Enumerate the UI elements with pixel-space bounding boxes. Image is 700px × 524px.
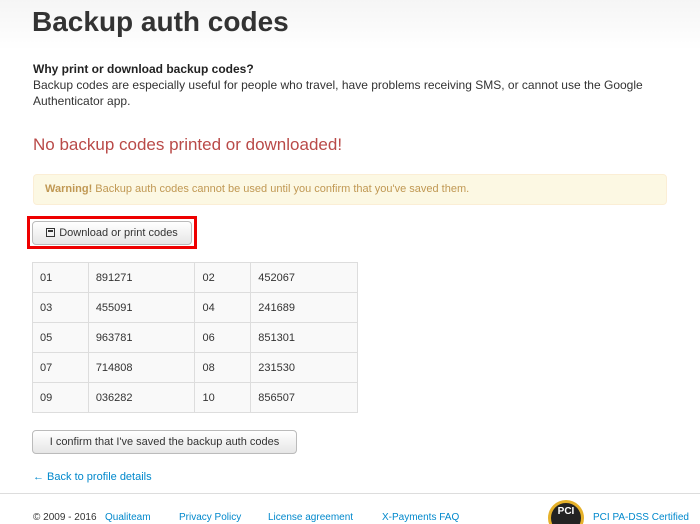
code-number: 04: [194, 292, 252, 323]
header: Backup auth codes: [0, 0, 700, 50]
footer-copyright: © 2009 - 2016: [33, 512, 97, 523]
footer-link-qualiteam[interactable]: Qualiteam: [105, 512, 151, 523]
code-value: 241689: [250, 292, 358, 323]
warning-alert: Warning! Backup auth codes cannot be use…: [33, 174, 667, 205]
back-to-profile-link[interactable]: ← Back to profile details: [33, 471, 152, 483]
table-row: 09 036282 10 856507: [32, 382, 358, 413]
why-text: Backup codes are especially useful for p…: [33, 78, 643, 108]
code-number: 05: [32, 322, 89, 353]
code-value: 856507: [250, 382, 358, 413]
codes-table: 01 891271 02 452067 03 455091 04 241689 …: [32, 262, 358, 413]
page-title: Backup auth codes: [32, 6, 289, 37]
code-value: 455091: [87, 292, 196, 323]
save-icon: [46, 228, 56, 237]
code-value: 036282: [87, 382, 196, 413]
error-title: No backup codes printed or downloaded!: [33, 135, 343, 154]
footer-link-pci-certified[interactable]: PCI PA-DSS Certified: [593, 512, 689, 523]
code-number: 03: [32, 292, 89, 323]
table-row: 01 891271 02 452067: [32, 262, 358, 293]
footer-link-privacy-policy[interactable]: Privacy Policy: [179, 512, 241, 523]
code-value: 452067: [250, 262, 358, 293]
table-row: 05 963781 06 851301: [32, 322, 358, 353]
code-number: 10: [194, 382, 252, 413]
why-heading: Why print or download backup codes?: [33, 62, 254, 76]
footer-link-license-agreement[interactable]: License agreement: [268, 512, 353, 523]
code-value: 231530: [250, 352, 358, 383]
confirm-saved-button[interactable]: I confirm that I've saved the backup aut…: [32, 430, 297, 454]
code-value: 714808: [87, 352, 196, 383]
warning-text: Backup auth codes cannot be used until y…: [92, 183, 470, 195]
download-print-label: Download or print codes: [59, 227, 178, 239]
footer-link-x-payments-faq[interactable]: X-Payments FAQ: [382, 512, 459, 523]
code-number: 02: [194, 262, 252, 293]
code-value: 851301: [250, 322, 358, 353]
code-number: 09: [32, 382, 89, 413]
code-number: 01: [32, 262, 89, 293]
code-number: 07: [32, 352, 89, 383]
code-number: 06: [194, 322, 252, 353]
code-value: 891271: [87, 262, 196, 293]
warning-strong: Warning!: [45, 183, 93, 195]
table-row: 03 455091 04 241689: [32, 292, 358, 323]
pci-badge-icon: PCI: [548, 500, 584, 524]
footer: © 2009 - 2016 Qualiteam Privacy Policy L…: [0, 493, 700, 524]
code-number: 08: [194, 352, 252, 383]
code-value: 963781: [87, 322, 196, 353]
table-row: 07 714808 08 231530: [32, 352, 358, 383]
download-print-button[interactable]: Download or print codes: [32, 221, 192, 245]
